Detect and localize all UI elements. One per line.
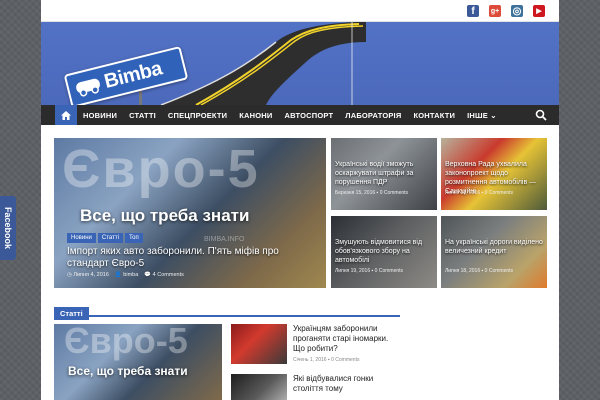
small-post-title: Змушують відмовитися від обов'язкового з… bbox=[335, 239, 423, 264]
featured-title[interactable]: Імпорт яких авто заборонили. П'ять міфів… bbox=[67, 246, 317, 270]
home-icon[interactable] bbox=[55, 105, 77, 125]
section-featured-post[interactable]: Євро-5 Все, що треба знати bbox=[54, 324, 222, 400]
nav-other[interactable]: ІНШЕ ⌄ bbox=[461, 111, 503, 120]
list-item[interactable]: Українцям заборонили проганяти старі іно… bbox=[231, 324, 401, 368]
featured-headline: Все, що треба знати bbox=[80, 206, 250, 225]
car-icon bbox=[76, 78, 100, 97]
nav-contacts[interactable]: КОНТАКТИ bbox=[407, 111, 461, 120]
small-post-meta: Березня 15, 2016 ▪ 0 Comments bbox=[335, 190, 409, 196]
tag-articles[interactable]: Статті bbox=[97, 233, 123, 243]
featured-meta: ◷ Липня 4, 2016 👤 bimba 💬 4 Comments bbox=[67, 272, 184, 278]
youtube-icon[interactable]: ▶ bbox=[533, 5, 545, 17]
search-icon[interactable] bbox=[535, 109, 547, 121]
small-post[interactable]: На українські дороги виділено величезний… bbox=[441, 216, 547, 288]
social-links: f g+ ◎ ▶ bbox=[467, 5, 545, 17]
list-item-thumbnail[interactable] bbox=[231, 374, 287, 400]
small-post[interactable]: Верховна Рада ухвалила законопроект щодо… bbox=[441, 138, 547, 210]
clock-icon: ◷ bbox=[67, 272, 72, 278]
list-item-title[interactable]: Які відбувалися гонки століття тому bbox=[293, 374, 401, 394]
chevron-down-icon: ⌄ bbox=[490, 110, 497, 120]
small-post-title: На українські дороги виділено величезний… bbox=[445, 239, 543, 255]
small-post-meta: Липня 18, 2016 ▪ 0 Comments bbox=[445, 268, 514, 274]
section-featured-overlay: Євро-5 bbox=[64, 324, 188, 361]
featured-big-post[interactable]: Євро-5 Все, що треба знати BIMBA.INFO Но… bbox=[54, 138, 326, 288]
nav-canons[interactable]: КАНОНИ bbox=[233, 111, 278, 120]
nav-laboratory[interactable]: ЛАБОРАТОРІЯ bbox=[339, 111, 407, 120]
site-header: Bimba bbox=[41, 22, 559, 105]
list-item[interactable]: Які відбувалися гонки століття тому bbox=[231, 374, 401, 400]
nav-articles[interactable]: СТАТТІ bbox=[123, 111, 162, 120]
small-post[interactable]: Українські водії зможуть оскаржувати штр… bbox=[331, 138, 437, 210]
main-nav: НОВИНИ СТАТТІ СПЕЦПРОЕКТИ КАНОНИ АВТОСПО… bbox=[41, 105, 559, 125]
facebook-icon[interactable]: f bbox=[467, 5, 479, 17]
list-item-title[interactable]: Українцям заборонили проганяти старі іно… bbox=[293, 324, 401, 354]
list-item-meta: Січень 1, 2016 ▪ 0 Comments bbox=[293, 357, 360, 363]
section-featured-headline: Все, що треба знати bbox=[68, 364, 188, 378]
featured-tags: Новини Статті Топ bbox=[67, 233, 143, 243]
watermark: BIMBA.INFO bbox=[204, 236, 245, 243]
comment-icon: 💬 bbox=[144, 272, 152, 278]
section-header-articles: Статті bbox=[54, 303, 400, 320]
tag-top[interactable]: Топ bbox=[124, 233, 143, 243]
small-post-meta: Липня 19, 2016 ▪ 0 Comments bbox=[335, 268, 404, 274]
instagram-icon[interactable]: ◎ bbox=[511, 5, 523, 17]
section-title[interactable]: Статті bbox=[54, 307, 89, 320]
small-post[interactable]: Змушують відмовитися від обов'язкового з… bbox=[331, 216, 437, 288]
tag-news[interactable]: Новини bbox=[67, 233, 96, 243]
nav-autosport[interactable]: АВТОСПОРТ bbox=[279, 111, 340, 120]
facebook-side-tab[interactable]: Facebook bbox=[0, 196, 16, 260]
list-item-thumbnail[interactable] bbox=[231, 324, 287, 364]
featured-overlay-text: Євро-5 bbox=[62, 139, 260, 199]
nav-news[interactable]: НОВИНИ bbox=[77, 111, 123, 120]
user-icon: 👤 bbox=[114, 272, 122, 278]
top-bar: f g+ ◎ ▶ bbox=[41, 0, 559, 22]
small-post-title: Українські водії зможуть оскаржувати штр… bbox=[335, 161, 414, 186]
page-wrapper: f g+ ◎ ▶ Bimba НОВИНИ СТАТТІ СПЕЦПРОЕКТИ… bbox=[41, 0, 559, 400]
nav-special-projects[interactable]: СПЕЦПРОЕКТИ bbox=[162, 111, 233, 120]
google-plus-icon[interactable]: g+ bbox=[489, 5, 501, 17]
small-post-meta: Липня 28, 2016 ▪ 0 Comments bbox=[445, 190, 514, 196]
